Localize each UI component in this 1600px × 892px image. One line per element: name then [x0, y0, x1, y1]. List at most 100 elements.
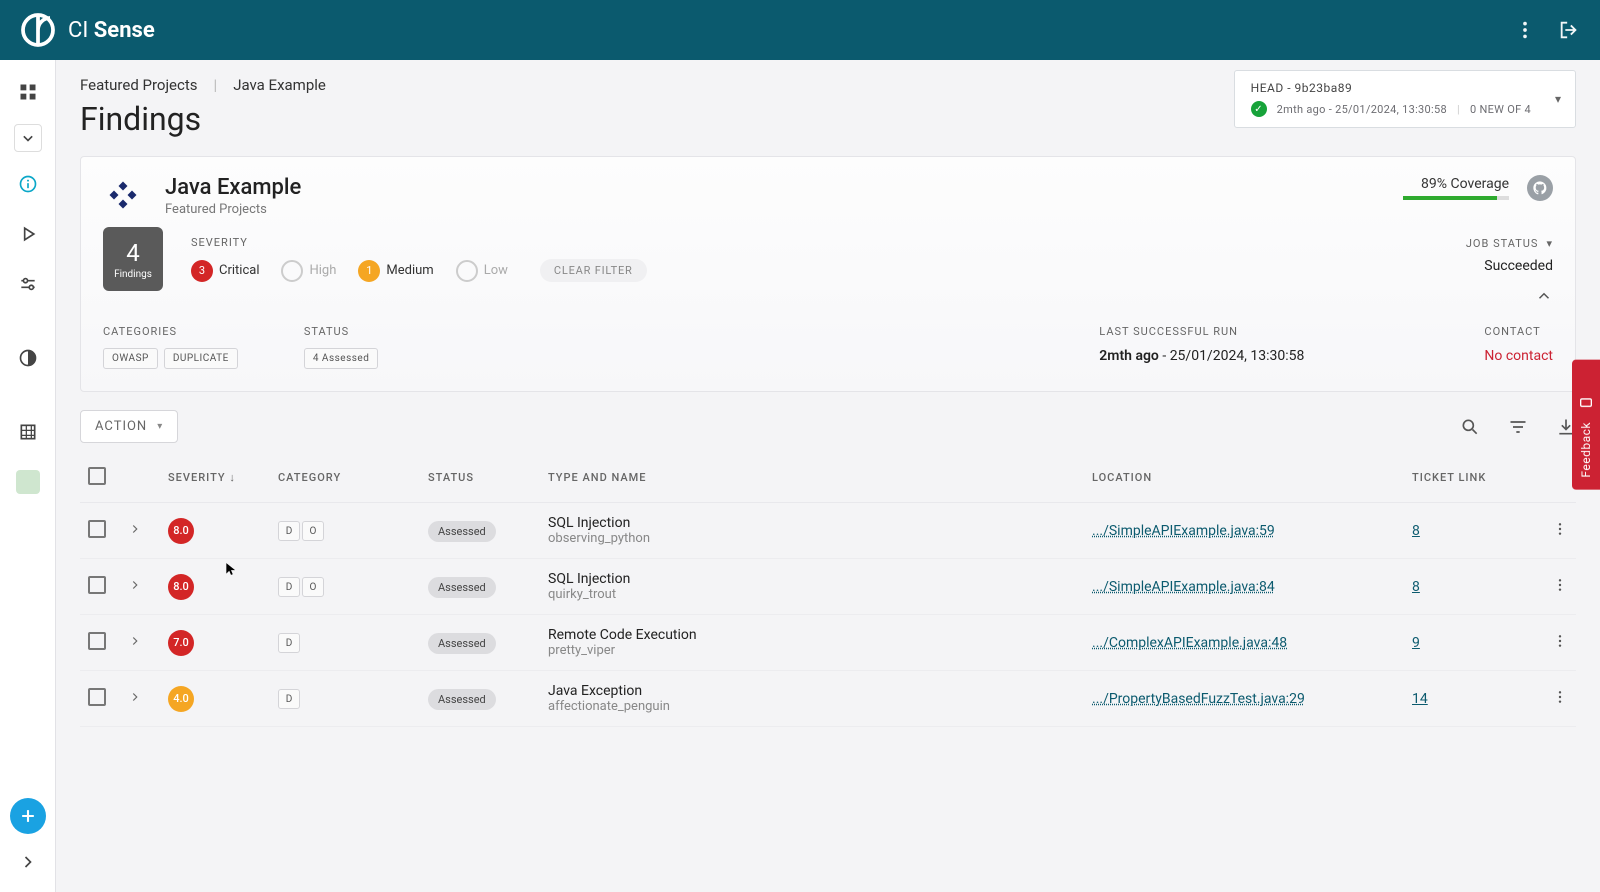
row-checkbox[interactable]: [88, 520, 106, 538]
status-pill: Assessed: [428, 521, 496, 542]
severity-badge: 7.0: [168, 630, 194, 656]
chevron-down-icon: ▾: [1555, 92, 1561, 106]
last-run-value: 2mth ago - 25/01/2024, 13:30:58: [1099, 348, 1304, 364]
table-row: 7.0DAssessedRemote Code Executionpretty_…: [80, 615, 1576, 671]
project-summary-card: Java Example Featured Projects 89% Cover…: [80, 156, 1576, 392]
col-category[interactable]: CATEGORY: [270, 453, 420, 503]
breadcrumb-level1[interactable]: Featured Projects: [80, 76, 198, 94]
run-head: HEAD - 9b23ba89: [1251, 81, 1531, 95]
run-selector-card[interactable]: HEAD - 9b23ba89 ✓ 2mth ago - 25/01/2024,…: [1234, 70, 1576, 128]
search-icon[interactable]: [1460, 417, 1480, 437]
category-tag[interactable]: O: [302, 521, 324, 541]
collapse-card-icon[interactable]: [1535, 287, 1553, 309]
category-tag[interactable]: O: [302, 577, 324, 597]
category-tag[interactable]: D: [278, 633, 300, 653]
sidebar-grid-icon[interactable]: [10, 414, 46, 450]
sidebar-dropdown-icon[interactable]: [14, 124, 42, 152]
ticket-link[interactable]: 14: [1412, 691, 1428, 707]
sidebar-contrast-icon[interactable]: [10, 340, 46, 376]
finding-name: affectionate_penguin: [548, 699, 1076, 714]
severity-badge: 8.0: [168, 518, 194, 544]
col-status[interactable]: STATUS: [420, 453, 540, 503]
row-checkbox[interactable]: [88, 688, 106, 706]
location-link[interactable]: .../SimpleAPIExample.java:84: [1092, 579, 1275, 595]
sidebar-play-icon[interactable]: [10, 216, 46, 252]
sort-down-icon: ↓: [229, 471, 236, 484]
more-vert-icon[interactable]: [1514, 19, 1536, 41]
breadcrumb-level2[interactable]: Java Example: [233, 76, 326, 94]
ticket-link[interactable]: 9: [1412, 635, 1420, 651]
logo-icon: [20, 12, 56, 48]
row-checkbox[interactable]: [88, 632, 106, 650]
job-status-dropdown[interactable]: JOB STATUS ▾: [1466, 237, 1553, 250]
expand-row-icon[interactable]: [128, 524, 142, 540]
severity-label: SEVERITY: [191, 236, 647, 249]
severity-badge: 4.0: [168, 686, 194, 712]
row-more-icon[interactable]: [1552, 637, 1568, 653]
ticket-link[interactable]: 8: [1412, 523, 1420, 539]
col-location[interactable]: LOCATION: [1084, 453, 1404, 503]
sidebar-add-button[interactable]: [10, 798, 46, 834]
finding-type: Remote Code Execution: [548, 627, 1076, 643]
logout-icon[interactable]: [1558, 19, 1580, 41]
status-pill[interactable]: 4 Assessed: [304, 348, 379, 369]
row-more-icon[interactable]: [1552, 581, 1568, 597]
project-subtitle: Featured Projects: [165, 202, 301, 217]
action-button[interactable]: ACTION▾: [80, 410, 178, 443]
main-content: Featured Projects | Java Example Finding…: [56, 60, 1600, 892]
finding-type: Java Exception: [548, 683, 1076, 699]
finding-name: observing_python: [548, 531, 1076, 546]
clear-filter-button[interactable]: CLEAR FILTER: [540, 259, 647, 282]
findings-table: SEVERITY ↓ CATEGORY STATUS TYPE AND NAME…: [80, 453, 1576, 727]
row-more-icon[interactable]: [1552, 525, 1568, 541]
severity-chip-low[interactable]: Low: [456, 260, 508, 282]
finding-type: SQL Injection: [548, 571, 1076, 587]
coverage-indicator[interactable]: 89% Coverage: [1403, 176, 1509, 200]
row-more-icon[interactable]: [1552, 693, 1568, 709]
sidebar-sliders-icon[interactable]: [10, 266, 46, 302]
ticket-link[interactable]: 8: [1412, 579, 1420, 595]
category-pill-duplicate[interactable]: DUPLICATE: [164, 348, 238, 369]
category-tag[interactable]: D: [278, 521, 300, 541]
topbar-actions: [1514, 19, 1580, 41]
job-status-block: JOB STATUS ▾ Succeeded: [1466, 237, 1553, 274]
col-type-name[interactable]: TYPE AND NAME: [540, 453, 1084, 503]
chevron-down-icon: ▾: [1546, 237, 1553, 250]
severity-chip-medium[interactable]: 1Medium: [358, 260, 433, 282]
col-ticket[interactable]: TICKET LINK: [1404, 453, 1544, 503]
contact-value: No contact: [1484, 348, 1553, 364]
sidebar-dashboard-icon[interactable]: [10, 74, 46, 110]
table-row: 4.0DAssessedJava Exceptionaffectionate_p…: [80, 671, 1576, 727]
expand-row-icon[interactable]: [128, 580, 142, 596]
status-pill: Assessed: [428, 577, 496, 598]
col-severity[interactable]: SEVERITY ↓: [160, 453, 270, 503]
finding-name: pretty_viper: [548, 643, 1076, 658]
project-logo-icon: [103, 175, 143, 215]
topbar: CI Sense: [0, 0, 1600, 60]
location-link[interactable]: .../ComplexAPIExample.java:48: [1092, 635, 1287, 651]
github-icon[interactable]: [1527, 175, 1553, 201]
location-link[interactable]: .../PropertyBasedFuzzTest.java:29: [1092, 691, 1305, 707]
category-tag[interactable]: D: [278, 577, 300, 597]
expand-row-icon[interactable]: [128, 692, 142, 708]
severity-chip-high[interactable]: High: [281, 260, 336, 282]
severity-chip-critical[interactable]: 3Critical: [191, 260, 259, 282]
sidebar-info-icon[interactable]: [10, 166, 46, 202]
brand-logo[interactable]: CI Sense: [20, 12, 155, 48]
row-checkbox[interactable]: [88, 576, 106, 594]
category-tag[interactable]: D: [278, 689, 300, 709]
location-link[interactable]: .../SimpleAPIExample.java:59: [1092, 523, 1275, 539]
run-sub-left: 2mth ago - 25/01/2024, 13:30:58: [1277, 103, 1447, 116]
project-name: Java Example: [165, 175, 301, 200]
sidebar-widget-icon[interactable]: [10, 464, 46, 500]
filter-icon[interactable]: [1508, 417, 1528, 437]
feedback-tab[interactable]: Feedback: [1572, 360, 1600, 490]
select-all-checkbox[interactable]: [88, 467, 106, 485]
finding-type: SQL Injection: [548, 515, 1076, 531]
category-pill-owasp[interactable]: OWASP: [103, 348, 158, 369]
run-sub-right: 0 NEW OF 4: [1470, 103, 1531, 116]
finding-name: quirky_trout: [548, 587, 1076, 602]
findings-count-box: 4 Findings: [103, 227, 163, 291]
expand-row-icon[interactable]: [128, 636, 142, 652]
sidebar-collapse-icon[interactable]: [10, 844, 46, 880]
